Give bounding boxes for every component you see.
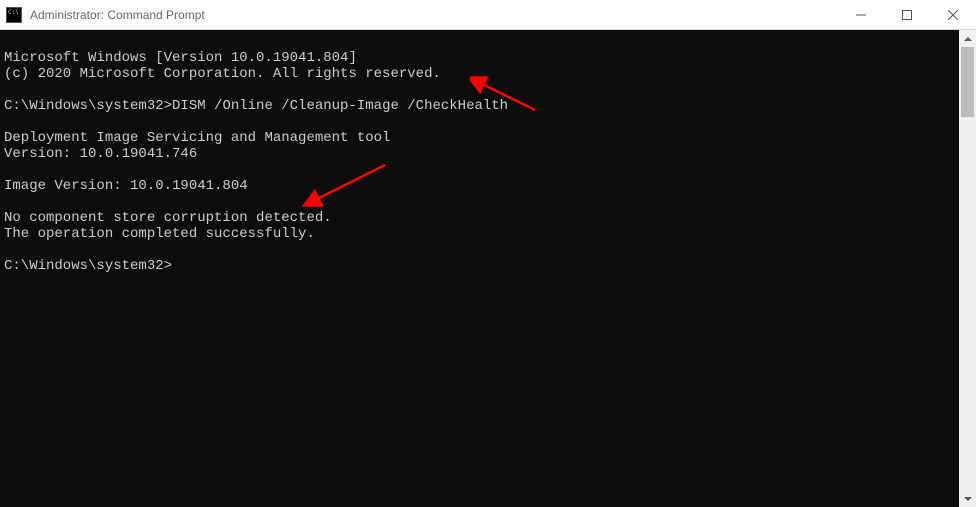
prompt-command: DISM /Online /Cleanup-Image /CheckHealth [172, 98, 508, 114]
maximize-button[interactable] [884, 0, 930, 30]
terminal-output[interactable]: Microsoft Windows [Version 10.0.19041.80… [0, 30, 959, 507]
scroll-track[interactable] [959, 47, 976, 490]
output-line: Deployment Image Servicing and Managemen… [4, 130, 390, 146]
window-title: Administrator: Command Prompt [30, 8, 838, 22]
cmd-icon [6, 7, 22, 23]
output-line: (c) 2020 Microsoft Corporation. All righ… [4, 66, 441, 82]
window-controls [838, 0, 976, 29]
annotation-arrow-icon [300, 160, 390, 210]
window-titlebar: Administrator: Command Prompt [0, 0, 976, 30]
close-button[interactable] [930, 0, 976, 30]
output-line: The operation completed successfully. [4, 226, 315, 242]
prompt-path: C:\Windows\system32> [4, 258, 172, 274]
prompt-line: C:\Windows\system32> [4, 258, 172, 274]
prompt-path: C:\Windows\system32> [4, 98, 172, 114]
terminal-container: Microsoft Windows [Version 10.0.19041.80… [0, 30, 976, 507]
output-line: Version: 10.0.19041.746 [4, 146, 197, 162]
output-line: Microsoft Windows [Version 10.0.19041.80… [4, 50, 357, 66]
output-line: No component store corruption detected. [4, 210, 332, 226]
vertical-scrollbar[interactable] [959, 30, 976, 507]
prompt-line: C:\Windows\system32>DISM /Online /Cleanu… [4, 98, 508, 114]
scroll-down-arrow-icon[interactable] [959, 490, 976, 507]
scroll-thumb[interactable] [961, 47, 974, 117]
minimize-button[interactable] [838, 0, 884, 30]
scroll-up-arrow-icon[interactable] [959, 30, 976, 47]
output-line: Image Version: 10.0.19041.804 [4, 178, 248, 194]
